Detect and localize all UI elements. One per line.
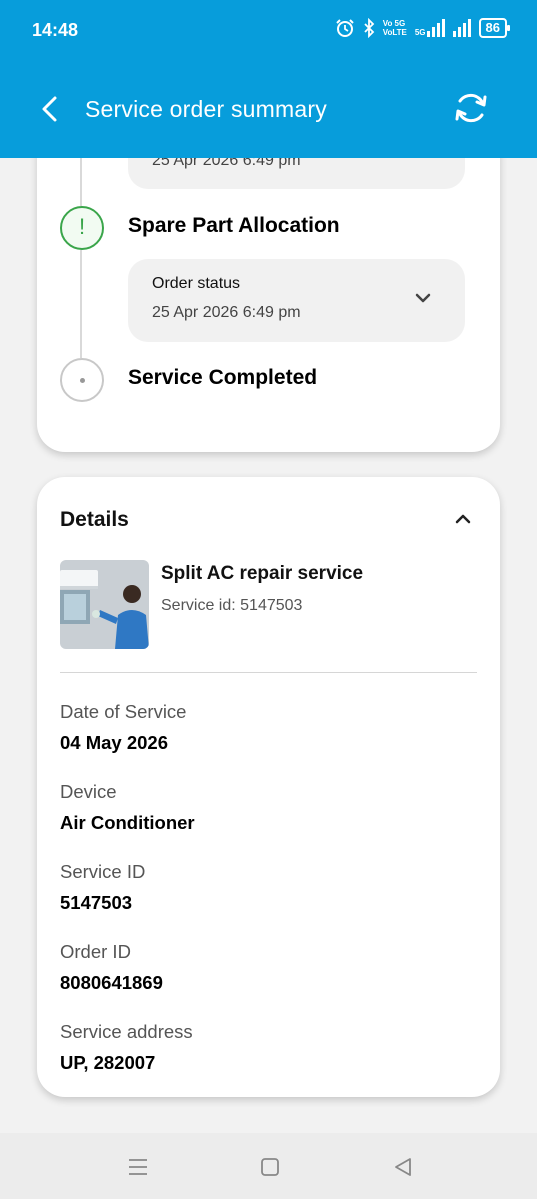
status-bar: 14:48 Vo 5G VoLTE 5G 86 <box>0 0 537 60</box>
chevron-down-icon[interactable] <box>414 291 432 305</box>
step-title-spare-part: Spare Part Allocation <box>128 214 340 237</box>
top-bar: 14:48 Vo 5G VoLTE 5G 86 Service order su… <box>0 0 537 158</box>
divider <box>60 672 477 673</box>
details-card: Details Split AC repair service Service … <box>37 477 500 1097</box>
status-icons: Vo 5G VoLTE 5G 86 <box>335 18 511 38</box>
home-icon[interactable] <box>259 1156 281 1178</box>
signal-bars-icon <box>426 19 445 37</box>
field-value-service-address: UP, 282007 <box>60 1052 156 1073</box>
back-arrow-icon[interactable] <box>36 92 62 126</box>
system-nav-bar <box>0 1133 537 1199</box>
step-title-service-completed: Service Completed <box>128 366 318 389</box>
app-bar: Service order summary <box>0 60 537 158</box>
field-label-service-address: Service address <box>60 1021 193 1042</box>
service-name: Split AC repair service <box>161 563 364 584</box>
signal-bars-icon-2 <box>452 19 471 37</box>
service-thumbnail-image <box>60 560 149 649</box>
pending-dot-icon <box>60 358 104 402</box>
timeline-connector <box>80 250 82 358</box>
back-triangle-icon[interactable] <box>392 1156 414 1178</box>
order-status-label: Order status <box>152 275 241 292</box>
network-5g-label: 5G <box>414 28 426 37</box>
field-label-device: Device <box>60 781 117 802</box>
details-title: Details <box>60 508 129 531</box>
field-label-date-of-service: Date of Service <box>60 701 187 722</box>
refresh-icon[interactable] <box>453 90 489 126</box>
order-status-date: 25 Apr 2026 6:49 pm <box>152 304 301 321</box>
status-time: 14:48 <box>32 20 79 40</box>
field-value-order-id: 8080641869 <box>60 972 163 993</box>
field-label-order-id: Order ID <box>60 941 131 962</box>
bluetooth-icon <box>364 18 374 38</box>
field-label-service-id: Service ID <box>60 861 146 882</box>
alarm-icon <box>335 19 354 37</box>
menu-icon[interactable] <box>127 1156 149 1178</box>
page-title: Service order summary <box>85 96 327 122</box>
field-value-date-of-service: 04 May 2026 <box>60 732 169 753</box>
battery-indicator: 86 <box>478 18 511 38</box>
exclamation-icon: ! <box>60 206 104 250</box>
service-id-line: Service id: 5147503 <box>161 597 303 614</box>
order-status-box[interactable]: Order status 25 Apr 2026 6:49 pm <box>128 259 465 342</box>
chevron-up-icon[interactable] <box>454 512 472 526</box>
field-value-device: Air Conditioner <box>60 812 195 833</box>
signal-5g: 5G <box>415 19 445 37</box>
field-value-service-id: 5147503 <box>60 892 133 913</box>
network-volte-label: Vo 5G VoLTE <box>382 19 407 37</box>
